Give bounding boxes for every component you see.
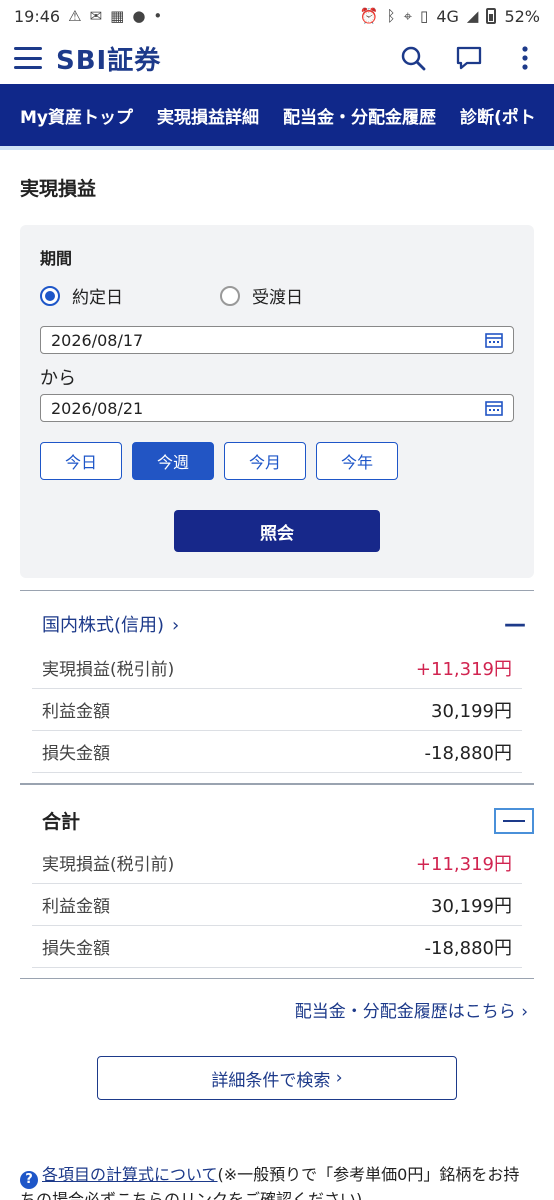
this-year-button[interactable]: 今年 bbox=[316, 442, 398, 480]
dividend-history-link-text: 配当金・分配金履歴はこちら bbox=[294, 1002, 516, 1022]
detail-search-button[interactable]: 詳細条件で検索 › bbox=[97, 1056, 457, 1100]
footnote: ? 各項目の計算式について(※一般預りで「参考単価0円」銘柄をお持ちの場合必ずこち… bbox=[0, 1100, 554, 1200]
radio-settlement-date[interactable]: 受渡日 bbox=[220, 283, 400, 308]
nav-item-dividend-history[interactable]: 配当金・分配金履歴 bbox=[271, 103, 448, 128]
date-from-value: 2026/08/17 bbox=[51, 330, 144, 350]
calculation-formula-link[interactable]: 各項目の計算式について bbox=[42, 1165, 218, 1184]
radio-unchecked-icon bbox=[220, 285, 240, 306]
nav-item-diagnosis[interactable]: 診断(ポト bbox=[448, 103, 548, 128]
quick-range-buttons: 今日 今週 今月 今年 bbox=[40, 442, 514, 480]
alarm-icon: ⏰ bbox=[359, 7, 379, 25]
today-button[interactable]: 今日 bbox=[40, 442, 122, 480]
menu-icon[interactable] bbox=[14, 47, 42, 69]
chart-app-icon: ▦ bbox=[110, 7, 125, 25]
chat-icon[interactable] bbox=[454, 43, 484, 73]
more-vert-icon[interactable] bbox=[510, 43, 540, 73]
total-title: 合計 bbox=[42, 811, 81, 833]
nav-item-realized-pl[interactable]: 実現損益詳細 bbox=[145, 103, 271, 128]
location-icon: ⌖ bbox=[403, 7, 413, 25]
radio-label: 約定日 bbox=[72, 288, 123, 308]
brand-logo[interactable]: SBI証券 bbox=[56, 40, 161, 77]
domestic-stock-title[interactable]: 国内株式(信用) › bbox=[42, 611, 179, 637]
date-to-value: 2026/08/21 bbox=[51, 398, 144, 418]
inquiry-button[interactable]: 照会 bbox=[174, 510, 380, 552]
dividend-history-link[interactable]: 配当金・分配金履歴はこちら › bbox=[0, 979, 554, 1022]
warning-icon: ⚠ bbox=[68, 7, 82, 25]
row-value: +11,319円 bbox=[415, 658, 512, 680]
bluetooth-icon: ᛒ bbox=[386, 7, 396, 25]
date-from-input[interactable]: 2026/08/17 bbox=[40, 326, 514, 354]
collapse-icon[interactable]: — bbox=[504, 612, 526, 637]
status-bar: 19:46 ⚠ ✉ ▦ ● • ⏰ ᛒ ⌖ ▯ 4G ◢ 52% bbox=[0, 0, 554, 32]
row-value: -18,880円 bbox=[424, 937, 512, 959]
nav-item-my-assets[interactable]: My資産トップ bbox=[0, 103, 145, 128]
top-nav: My資産トップ 実現損益詳細 配当金・分配金履歴 診断(ポト bbox=[0, 84, 554, 146]
calendar-icon[interactable] bbox=[485, 332, 503, 348]
row-value: -18,880円 bbox=[424, 742, 512, 764]
vibrate-icon: ▯ bbox=[420, 7, 429, 25]
help-icon: ? bbox=[20, 1171, 38, 1189]
circle-icon: ● bbox=[132, 7, 146, 25]
radio-trade-date[interactable]: 約定日 bbox=[40, 283, 220, 308]
table-row: 実現損益(税引前) +11,319円 bbox=[32, 647, 522, 689]
row-label: 実現損益(税引前) bbox=[42, 660, 175, 680]
filter-panel: 期間 約定日 受渡日 2026/08/17 から 2026/08/21 今日 今… bbox=[20, 225, 534, 578]
page-title: 実現損益 bbox=[20, 178, 97, 200]
status-time: 19:46 bbox=[14, 6, 61, 26]
date-to-input[interactable]: 2026/08/21 bbox=[40, 394, 514, 422]
radio-checked-icon bbox=[40, 285, 60, 306]
network-label: 4G bbox=[436, 6, 459, 26]
chevron-right-icon: › bbox=[335, 1068, 343, 1088]
domestic-stock-title-text: 国内株式(信用) bbox=[42, 615, 165, 636]
table-row: 損失金額 -18,880円 bbox=[32, 926, 522, 968]
row-label: 損失金額 bbox=[42, 939, 110, 959]
dot-icon: • bbox=[153, 7, 163, 25]
row-value: 30,199円 bbox=[431, 895, 512, 917]
range-separator: から bbox=[40, 368, 76, 389]
date-type-radios: 約定日 受渡日 bbox=[40, 283, 514, 308]
signal-icon: ◢ bbox=[466, 7, 479, 25]
chevron-right-icon: › bbox=[521, 1002, 528, 1022]
search-icon[interactable] bbox=[398, 43, 428, 73]
total-header: 合計 bbox=[0, 785, 554, 842]
table-row: 損失金額 -18,880円 bbox=[32, 731, 522, 773]
row-label: 利益金額 bbox=[42, 702, 110, 722]
row-label: 利益金額 bbox=[42, 897, 110, 917]
mail-icon: ✉ bbox=[89, 7, 103, 25]
this-month-button[interactable]: 今月 bbox=[224, 442, 306, 480]
table-row: 実現損益(税引前) +11,319円 bbox=[32, 842, 522, 884]
battery-icon bbox=[486, 8, 497, 24]
domestic-stock-header[interactable]: 国内株式(信用) › — bbox=[0, 591, 554, 647]
table-row: 利益金額 30,199円 bbox=[32, 689, 522, 731]
period-label: 期間 bbox=[40, 249, 73, 268]
table-row: 利益金額 30,199円 bbox=[32, 884, 522, 926]
calendar-icon[interactable] bbox=[485, 400, 503, 416]
this-week-button[interactable]: 今週 bbox=[132, 442, 214, 480]
row-label: 損失金額 bbox=[42, 744, 110, 764]
row-value: +11,319円 bbox=[415, 853, 512, 875]
row-value: 30,199円 bbox=[431, 700, 512, 722]
app-bar: SBI証券 bbox=[0, 32, 554, 84]
radio-label: 受渡日 bbox=[252, 288, 303, 308]
chevron-right-icon: › bbox=[172, 615, 180, 636]
battery-level: 52% bbox=[504, 6, 540, 26]
row-label: 実現損益(税引前) bbox=[42, 855, 175, 875]
collapse-icon[interactable] bbox=[494, 807, 534, 834]
detail-search-label: 詳細条件で検索 bbox=[211, 1070, 331, 1091]
